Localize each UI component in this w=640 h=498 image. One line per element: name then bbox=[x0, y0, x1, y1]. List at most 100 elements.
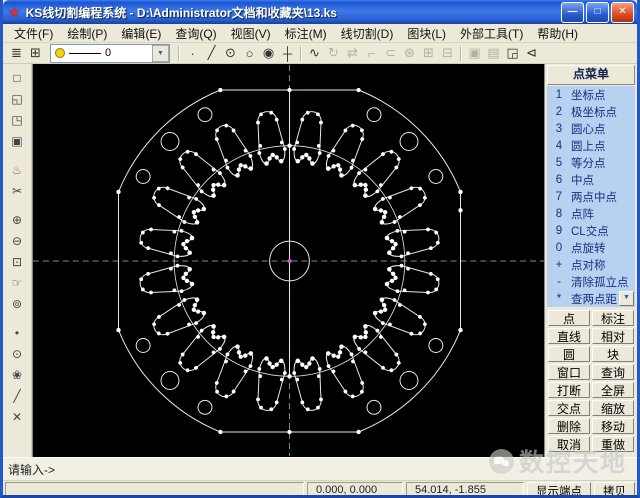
point-menu-item-two-point-midpoint[interactable]: 7 两点中点 bbox=[547, 188, 635, 205]
draw-circle-icon[interactable]: ⊙ bbox=[221, 45, 240, 62]
point-menu-item-polar-coordinate-point[interactable]: 2 极坐标点 bbox=[547, 103, 635, 120]
zoom-extents-icon[interactable]: ⊚ bbox=[6, 294, 28, 313]
point-menu-item-point-rotate[interactable]: 0 点旋转 bbox=[547, 239, 635, 256]
point-menu-key: 7 bbox=[555, 190, 563, 203]
maximize-button[interactable]: □ bbox=[586, 1, 609, 23]
circle-button[interactable]: 圆 bbox=[548, 346, 590, 362]
point-menu-item-divide-point[interactable]: 5 等分点 bbox=[547, 154, 635, 171]
point-menu-item-point-on-circle[interactable]: 4 圆上点 bbox=[547, 137, 635, 154]
status-message bbox=[5, 482, 304, 495]
origin-coordinates: 0.000, 0.000 bbox=[307, 482, 403, 495]
cad-canvas[interactable] bbox=[32, 64, 545, 457]
open-block-icon[interactable]: ◲ bbox=[503, 45, 522, 62]
menu-draw[interactable]: 绘制(P) bbox=[60, 25, 114, 42]
menu-bar: 文件(F) 绘制(P) 编辑(E) 查询(Q) 视图(V) 标注(M) 线切割(D) 图块(L… bbox=[3, 24, 637, 43]
line-button[interactable]: 直线 bbox=[548, 328, 590, 344]
point-menu-label: 圆上点 bbox=[571, 140, 606, 153]
point-menu-item-clear-isolated-points[interactable]: - 清除孤立点 bbox=[547, 273, 635, 290]
menu-wire-cut[interactable]: 线切割(D) bbox=[334, 25, 401, 42]
snap-point-icon[interactable]: • bbox=[6, 323, 28, 342]
relative-button[interactable]: 相对 bbox=[592, 328, 634, 344]
draw-spline-icon[interactable]: ∿ bbox=[305, 45, 324, 62]
menu-dimension[interactable]: 标注(M) bbox=[278, 25, 334, 42]
point-menu-item-cl-intersection-point[interactable]: 9 CL交点 bbox=[547, 222, 635, 239]
menu-edit[interactable]: 编辑(E) bbox=[114, 25, 168, 42]
redo-button[interactable]: 重做 bbox=[592, 436, 634, 452]
break-button[interactable]: 打断 bbox=[548, 382, 590, 398]
trim-icon: ⌐ bbox=[367, 45, 376, 61]
intersection-button[interactable]: 交点 bbox=[548, 400, 590, 416]
menu-help[interactable]: 帮助(H) bbox=[530, 25, 585, 42]
close-button[interactable]: ✕ bbox=[611, 1, 634, 23]
erase-icon[interactable]: ✂ bbox=[6, 181, 28, 200]
block-button[interactable]: 块 bbox=[592, 346, 634, 362]
layer-settings-icon[interactable]: ⊞ bbox=[26, 45, 45, 62]
query-button[interactable]: 查询 bbox=[592, 364, 634, 380]
point-menu-item-circle-center-point[interactable]: 3 圆心点 bbox=[547, 120, 635, 137]
zoom-in-icon[interactable]: ⊕ bbox=[6, 210, 28, 229]
layer-combo[interactable]: 0 ▼ bbox=[50, 43, 170, 63]
layer-toolbar-group: ≣ ⊞ bbox=[7, 45, 45, 62]
draw-polygon-icon[interactable]: ○ bbox=[240, 45, 259, 62]
point-menu-label: 等分点 bbox=[571, 157, 606, 170]
mirror-icon: ⇄ bbox=[347, 45, 358, 60]
point-menu-label: 点对称 bbox=[571, 259, 606, 272]
command-button-grid: 点标注 直线 相对圆块窗口 查询 打断 全屏 交点 缩放 删除 移动 取消 重做 bbox=[545, 307, 637, 455]
menu-query[interactable]: 查询(Q) bbox=[168, 25, 223, 42]
point-menu-label: 坐标点 bbox=[571, 89, 606, 102]
point-menu-item-midpoint[interactable]: 6 中点 bbox=[547, 171, 635, 188]
point-button[interactable]: 点 bbox=[548, 310, 590, 326]
combo-dropdown-icon[interactable]: ▼ bbox=[152, 44, 169, 62]
new-file-icon[interactable]: □ bbox=[6, 68, 28, 87]
status-bar: 0.000, 0.000 54.014, -1.855 显示端点 拷贝 bbox=[3, 480, 637, 495]
snap-center-icon[interactable]: ⊙ bbox=[6, 344, 28, 363]
snap-line-icon[interactable]: ╱ bbox=[6, 386, 28, 405]
zoom-out-icon[interactable]: ⊖ bbox=[6, 231, 28, 250]
open-file-icon[interactable]: ◱ bbox=[6, 89, 28, 108]
menu-block[interactable]: 图块(L) bbox=[400, 25, 453, 42]
print-icon[interactable]: ♨ bbox=[6, 160, 28, 179]
point-menu-item-point-mirror[interactable]: + 点对称 bbox=[547, 256, 635, 273]
menu-view[interactable]: 视图(V) bbox=[224, 25, 278, 42]
zoom-window-icon[interactable]: ⊡ bbox=[6, 252, 28, 271]
import-file-icon[interactable]: ◳ bbox=[6, 110, 28, 129]
copy-button[interactable]: 拷贝 bbox=[594, 482, 635, 495]
delete-button[interactable]: 删除 bbox=[548, 418, 590, 434]
draw-line-icon[interactable]: ╱ bbox=[202, 45, 221, 62]
command-bar[interactable]: 请输入-> bbox=[3, 457, 637, 480]
point-menu-item-point-array[interactable]: 8 点阵 bbox=[547, 205, 635, 222]
menu-file[interactable]: 文件(F) bbox=[7, 25, 60, 42]
layer-visibility-icon bbox=[55, 48, 65, 58]
send-output-icon[interactable]: ⊲ bbox=[522, 45, 541, 62]
cancel-button[interactable]: 取消 bbox=[548, 436, 590, 452]
point-menu-key: 5 bbox=[555, 156, 563, 169]
minimize-button[interactable]: — bbox=[561, 1, 584, 23]
snap-quadrant-icon[interactable]: ❀ bbox=[6, 365, 28, 384]
draw-toolbar-group: · ╱ ⊙ ○ ◉ ┼ ∿ ↻ ⇄ ⌐ ⊂ ⊛ ⊞ ⊟ ▣ ▤ ◲ ⊲ bbox=[175, 45, 541, 62]
menu-external-tools[interactable]: 外部工具(T) bbox=[453, 25, 530, 42]
point-menu-dropdown-icon[interactable]: ▼ bbox=[619, 291, 634, 306]
point-menu-item-measure-two-point-distance[interactable]: * 查两点距 ▼ bbox=[547, 290, 635, 307]
main-area: □ ◱ ◳ ▣ ♨ ✂ ⊕ ⊖ ⊡ ☞ ⊚ • ⊙ ❀ ╱ ✕ 点菜单 1 坐标点 2 极坐标点 3 圆心点 4 圆上点 5 等… bbox=[3, 64, 637, 457]
point-menu-label: 圆心点 bbox=[571, 123, 606, 136]
draw-point-icon[interactable]: · bbox=[183, 45, 202, 62]
dimension-button[interactable]: 标注 bbox=[592, 310, 634, 326]
pan-icon[interactable]: ☞ bbox=[6, 273, 28, 292]
window-button[interactable]: 窗口 bbox=[548, 364, 590, 380]
draw-ellipse-icon[interactable]: ◉ bbox=[259, 45, 278, 62]
layers-icon[interactable]: ≣ bbox=[7, 45, 26, 62]
point-menu-header[interactable]: 点菜单 bbox=[547, 65, 635, 85]
snap-intersection-icon[interactable]: ✕ bbox=[6, 407, 28, 426]
save-file-icon[interactable]: ▣ bbox=[6, 131, 28, 150]
point-menu-label: CL交点 bbox=[571, 225, 609, 238]
divide-icon: ⊛ bbox=[404, 45, 415, 60]
show-endpoints-button[interactable]: 显示端点 bbox=[527, 482, 591, 495]
point-menu-label: 极坐标点 bbox=[571, 106, 617, 119]
draw-centerline-icon[interactable]: ┼ bbox=[278, 45, 297, 62]
move-button[interactable]: 移动 bbox=[592, 418, 634, 434]
array-icon: ⊞ bbox=[423, 45, 434, 60]
zoom-button[interactable]: 缩放 bbox=[592, 400, 634, 416]
fullscreen-button[interactable]: 全屏 bbox=[592, 382, 634, 398]
point-menu-key: 8 bbox=[555, 207, 563, 220]
point-menu-item-coordinate-point[interactable]: 1 坐标点 bbox=[547, 86, 635, 103]
